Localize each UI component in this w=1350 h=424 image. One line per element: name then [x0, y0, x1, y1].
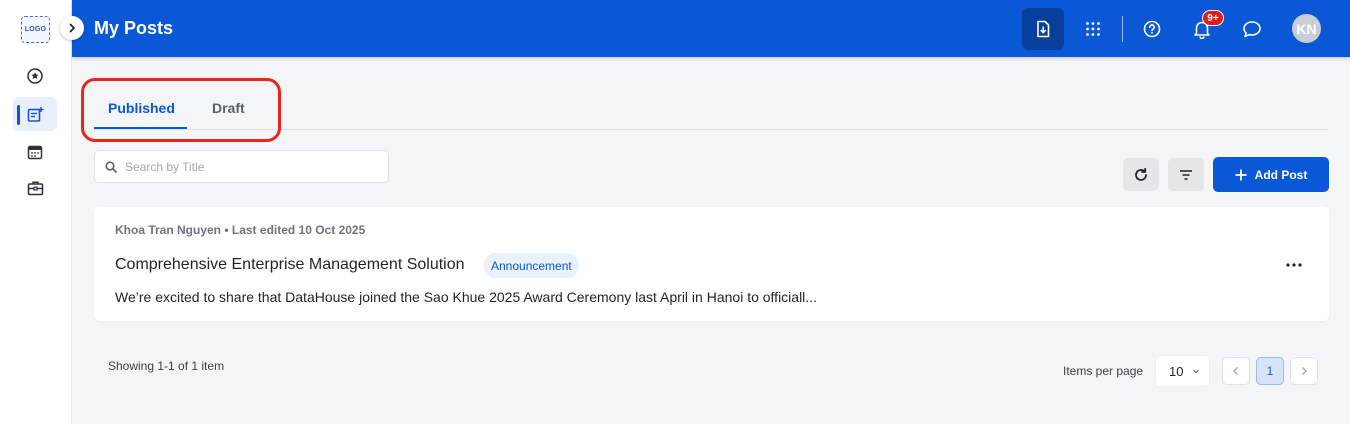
- header-divider: [1122, 16, 1123, 42]
- help-icon: [1143, 20, 1161, 38]
- items-per-page-value: 10: [1169, 363, 1184, 379]
- more-horizontal-icon: [1286, 263, 1302, 267]
- chevron-right-icon: [1302, 367, 1307, 375]
- post-card[interactable]: Khoa Tran Nguyen • Last edited 10 Oct 20…: [94, 207, 1329, 321]
- sidebar-active-indicator: [17, 105, 20, 125]
- sidebar-toggle-button[interactable]: [60, 16, 84, 40]
- top-header: My Posts 9+ KN: [72, 0, 1350, 57]
- add-post-label: Add Post: [1254, 167, 1308, 182]
- sidebar: LOGO: [0, 0, 72, 424]
- post-excerpt: We’re excited to share that DataHouse jo…: [115, 289, 817, 305]
- apps-grid-icon: [1086, 22, 1100, 36]
- calendar-icon[interactable]: [24, 141, 46, 163]
- post-category-tag: Announcement: [484, 253, 579, 278]
- post-title[interactable]: Comprehensive Enterprise Management Solu…: [115, 256, 465, 274]
- help-button[interactable]: [1131, 8, 1173, 50]
- download-icon: [1037, 20, 1050, 38]
- search-input[interactable]: [125, 159, 365, 174]
- app-logo[interactable]: LOGO: [21, 16, 50, 43]
- plus-icon: [1235, 169, 1247, 180]
- filter-button[interactable]: [1168, 158, 1204, 191]
- chat-icon: [1243, 21, 1261, 38]
- page-title: My Posts: [94, 18, 174, 38]
- refresh-icon: [1135, 167, 1147, 181]
- download-button[interactable]: [1022, 8, 1064, 50]
- chevron-left-icon: [1233, 367, 1238, 375]
- next-page-button[interactable]: [1290, 357, 1318, 385]
- chevron-down-icon: [1193, 369, 1199, 374]
- items-per-page-select[interactable]: 10: [1155, 355, 1210, 387]
- page-button-current[interactable]: 1: [1256, 357, 1284, 385]
- user-avatar[interactable]: KN: [1292, 14, 1321, 43]
- search-icon: [105, 160, 117, 173]
- items-per-page-label: Items per page: [1063, 364, 1144, 378]
- apps-grid-button[interactable]: [1072, 8, 1114, 50]
- chat-button[interactable]: [1231, 8, 1273, 50]
- post-more-button[interactable]: [1283, 257, 1305, 273]
- prev-page-button[interactable]: [1222, 357, 1250, 385]
- briefcase-icon[interactable]: [24, 177, 46, 199]
- star-circle-icon[interactable]: [24, 65, 46, 87]
- refresh-button[interactable]: [1123, 158, 1159, 191]
- notification-badge: 9+: [1202, 10, 1224, 26]
- edit-post-icon[interactable]: [24, 103, 46, 125]
- chevron-right-icon: [69, 23, 75, 33]
- post-meta: Khoa Tran Nguyen • Last edited 10 Oct 20…: [115, 223, 366, 237]
- tabs-highlight-annotation: [81, 78, 281, 142]
- add-post-button[interactable]: Add Post: [1213, 157, 1329, 192]
- search-box: [94, 150, 389, 183]
- filter-icon: [1180, 169, 1192, 180]
- pagination-summary: Showing 1-1 of 1 item: [108, 359, 225, 373]
